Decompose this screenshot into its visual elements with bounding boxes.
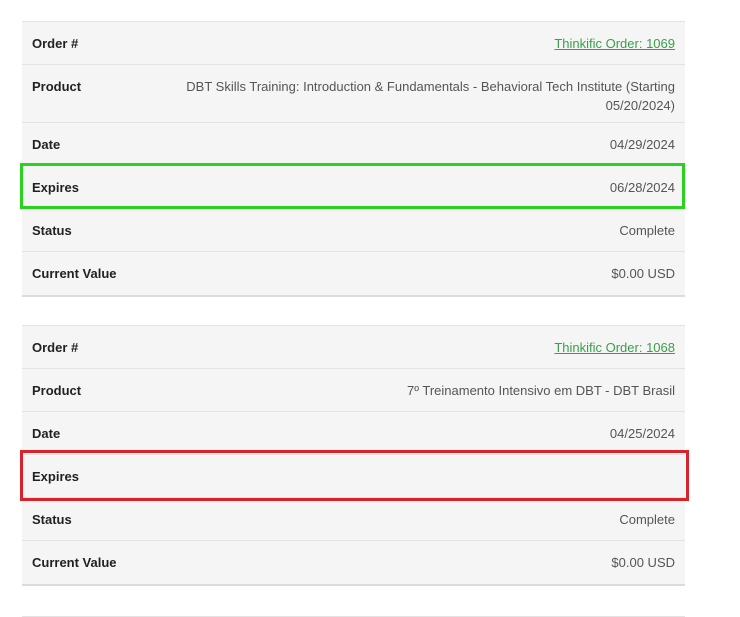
order-table-1068: Order # Thinkific Order: 1068 Product 7º… [22, 325, 685, 586]
product-value: DBT Skills Training: Introduction & Fund… [186, 79, 675, 113]
date-label: Date [32, 426, 61, 441]
order-number-row: Order # Thinkific Order: 1069 [22, 22, 685, 65]
order-table-1069: Order # Thinkific Order: 1069 Product DB… [22, 21, 685, 297]
order-number-link[interactable]: Thinkific Order: 1068 [554, 338, 675, 357]
status-label: Status [32, 223, 72, 238]
product-label: Product [32, 79, 82, 94]
status-value: Complete [619, 512, 675, 527]
order-number-link[interactable]: Thinkific Order: 1069 [554, 34, 675, 53]
date-value: 04/25/2024 [609, 426, 675, 441]
product-value: 7º Treinamento Intensivo em DBT - DBT Br… [407, 383, 675, 398]
status-row: Status Complete [22, 209, 685, 252]
current-value-row: Current Value $0.00 USD [22, 541, 685, 584]
product-label: Product [32, 383, 82, 398]
expires-label: Expires [32, 469, 79, 484]
status-row: Status Complete [22, 498, 685, 541]
order-number-label: Order # [32, 340, 79, 355]
status-label: Status [32, 512, 72, 527]
expires-label: Expires [32, 180, 79, 195]
product-row: Product 7º Treinamento Intensivo em DBT … [22, 369, 685, 412]
expires-row: Expires 06/28/2024 [22, 166, 685, 209]
current-value-row: Current Value $0.00 USD [22, 252, 685, 295]
expires-value: 06/28/2024 [609, 180, 675, 195]
expires-row: Expires [22, 455, 685, 498]
date-label: Date [32, 137, 61, 152]
status-value: Complete [619, 223, 675, 238]
current-value: $0.00 USD [611, 555, 675, 570]
current-value-label: Current Value [32, 266, 117, 281]
date-value: 04/29/2024 [609, 137, 675, 152]
current-value-label: Current Value [32, 555, 117, 570]
order-number-row: Order # Thinkific Order: 1068 [22, 326, 685, 369]
order-number-label: Order # [32, 36, 79, 51]
date-row: Date 04/25/2024 [22, 412, 685, 455]
product-row: Product DBT Skills Training: Introductio… [22, 65, 685, 123]
date-row: Date 04/29/2024 [22, 123, 685, 166]
current-value: $0.00 USD [611, 266, 675, 281]
